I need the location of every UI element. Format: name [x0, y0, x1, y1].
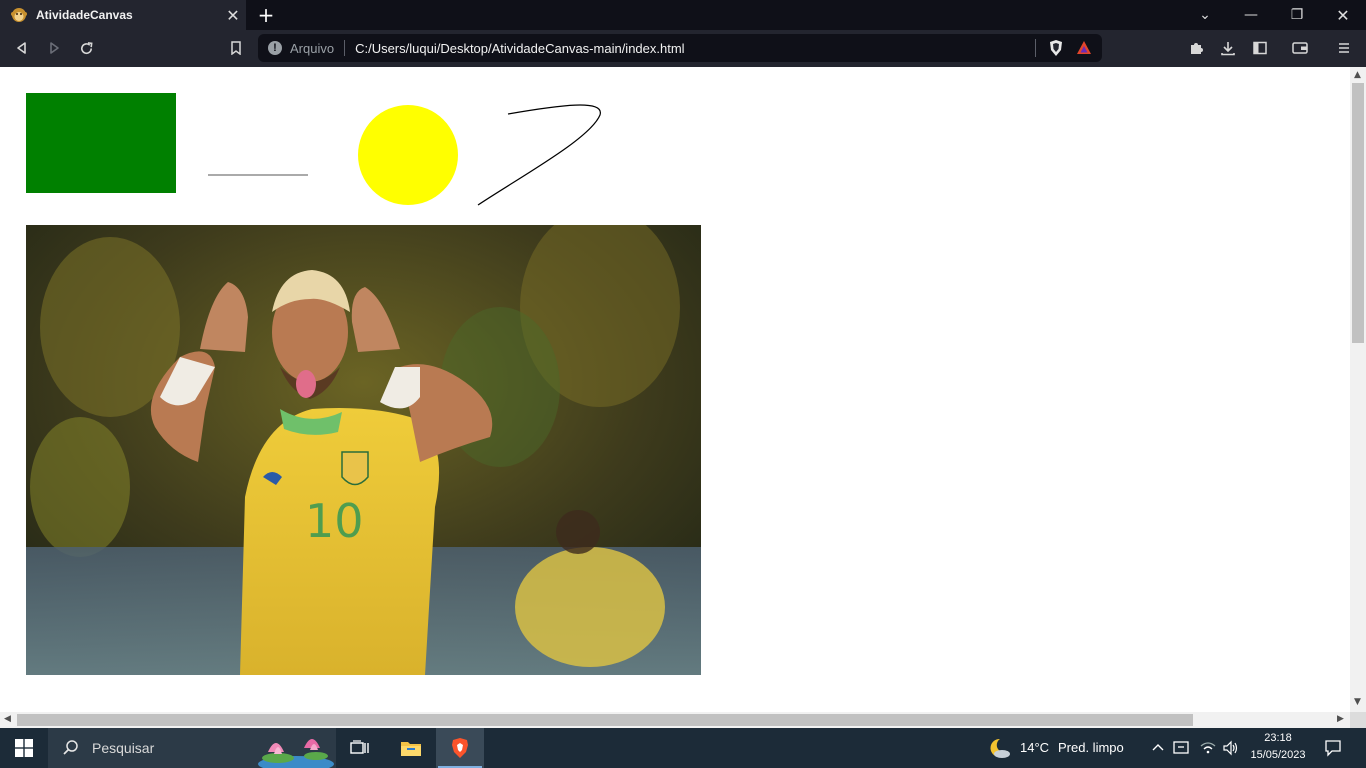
- meet-now-icon[interactable]: [1173, 740, 1191, 756]
- brave-shields-icon[interactable]: [1048, 39, 1064, 57]
- scroll-down-arrow-icon[interactable]: ▼: [1354, 697, 1361, 707]
- start-button[interactable]: [0, 728, 48, 768]
- wallet-icon: [1292, 42, 1308, 54]
- canvas-drawing: 10: [26, 93, 701, 675]
- monkey-favicon-icon: [10, 6, 28, 24]
- menu-button[interactable]: [1330, 34, 1358, 62]
- restore-button[interactable]: ❐: [1274, 0, 1320, 30]
- minimize-button[interactable]: —: [1228, 0, 1274, 30]
- browser-toolbar: ! Arquivo C:/Users/luqui/Desktop/Ativida…: [0, 30, 1366, 67]
- volume-icon[interactable]: [1222, 740, 1240, 756]
- horizontal-scrollbar[interactable]: ◀ ▶: [0, 712, 1350, 728]
- soccer-player-photo: 10: [26, 225, 701, 675]
- extensions-button[interactable]: [1182, 34, 1210, 62]
- horizontal-scroll-thumb[interactable]: [17, 714, 1193, 726]
- svg-text:10: 10: [305, 494, 364, 548]
- reload-icon: [80, 41, 93, 54]
- task-view-button[interactable]: [336, 728, 384, 768]
- omnibox-actions: [1035, 39, 1092, 57]
- weather-description[interactable]: Pred. limpo: [1058, 740, 1124, 755]
- forward-button[interactable]: [40, 34, 68, 62]
- yellow-circle: [358, 105, 458, 205]
- scroll-right-arrow-icon[interactable]: ▶: [1337, 714, 1344, 724]
- folder-icon: [401, 742, 421, 756]
- info-icon[interactable]: !: [268, 41, 282, 55]
- brave-lion-icon: [452, 738, 468, 758]
- windows-taskbar: Pesquisar 14°C Pred. limpo 23:18 15/05/2…: [0, 728, 1366, 768]
- sidebar-icon: [1253, 41, 1267, 55]
- new-tab-button[interactable]: +: [254, 3, 278, 27]
- brave-rewards-icon[interactable]: [1076, 40, 1092, 56]
- close-window-button[interactable]: ✕: [1320, 0, 1366, 30]
- tab-title: AtividadeCanvas: [36, 8, 133, 22]
- address-bar[interactable]: ! Arquivo C:/Users/luqui/Desktop/Ativida…: [258, 34, 1102, 62]
- back-icon: [17, 42, 26, 54]
- forward-icon: [50, 42, 59, 54]
- file-explorer-button[interactable]: [387, 728, 435, 768]
- tab-search-dropdown-icon[interactable]: ⌄: [1182, 0, 1228, 30]
- black-curve: [477, 104, 601, 206]
- sidebar-button[interactable]: [1246, 34, 1274, 62]
- weather-moon-icon[interactable]: [986, 736, 1012, 760]
- clock-date[interactable]: 15/05/2023: [1244, 749, 1312, 761]
- show-hidden-icons-chevron-icon[interactable]: [1151, 741, 1165, 755]
- omnibox-separator: [344, 40, 346, 56]
- windows-logo-icon: [15, 739, 33, 757]
- browser-tab[interactable]: AtividadeCanvas ✕: [0, 0, 246, 30]
- bookmark-button[interactable]: [222, 34, 250, 62]
- download-icon: [1221, 42, 1235, 56]
- reload-button[interactable]: [72, 34, 100, 62]
- green-rectangle: [26, 93, 176, 193]
- page-content: 10: [0, 67, 1350, 712]
- weather-temperature[interactable]: 14°C: [1020, 740, 1049, 755]
- scrollbar-corner: [1350, 712, 1366, 728]
- vertical-scroll-thumb[interactable]: [1352, 83, 1364, 343]
- task-view-icon: [350, 740, 369, 754]
- tab-strip: AtividadeCanvas ✕ + ⌄ — ❐ ✕: [0, 0, 1366, 30]
- taskbar-search[interactable]: Pesquisar: [48, 728, 336, 768]
- vertical-scrollbar[interactable]: ▲ ▼: [1350, 67, 1366, 712]
- clock-time[interactable]: 23:18: [1248, 732, 1308, 744]
- tab-close-icon[interactable]: ✕: [220, 2, 246, 28]
- scroll-up-arrow-icon[interactable]: ▲: [1354, 70, 1361, 80]
- bookmark-icon: [231, 41, 241, 55]
- downloads-button[interactable]: [1214, 34, 1242, 62]
- search-icon: [63, 740, 78, 755]
- scroll-left-arrow-icon[interactable]: ◀: [4, 714, 11, 724]
- wifi-icon[interactable]: [1199, 740, 1217, 756]
- wallet-button[interactable]: [1286, 34, 1314, 62]
- hamburger-menu-icon: [1339, 43, 1349, 53]
- brave-browser-button[interactable]: [436, 728, 484, 768]
- omnibox-divider: [1035, 39, 1036, 57]
- url-text[interactable]: C:/Users/luqui/Desktop/AtividadeCanvas-m…: [355, 41, 1035, 56]
- search-highlight-lotus-icon: [258, 739, 334, 768]
- puzzle-icon: [1191, 43, 1203, 54]
- search-placeholder: Pesquisar: [92, 740, 155, 756]
- notifications-icon[interactable]: [1324, 739, 1342, 757]
- scheme-label: Arquivo: [290, 40, 335, 56]
- back-button[interactable]: [8, 34, 36, 62]
